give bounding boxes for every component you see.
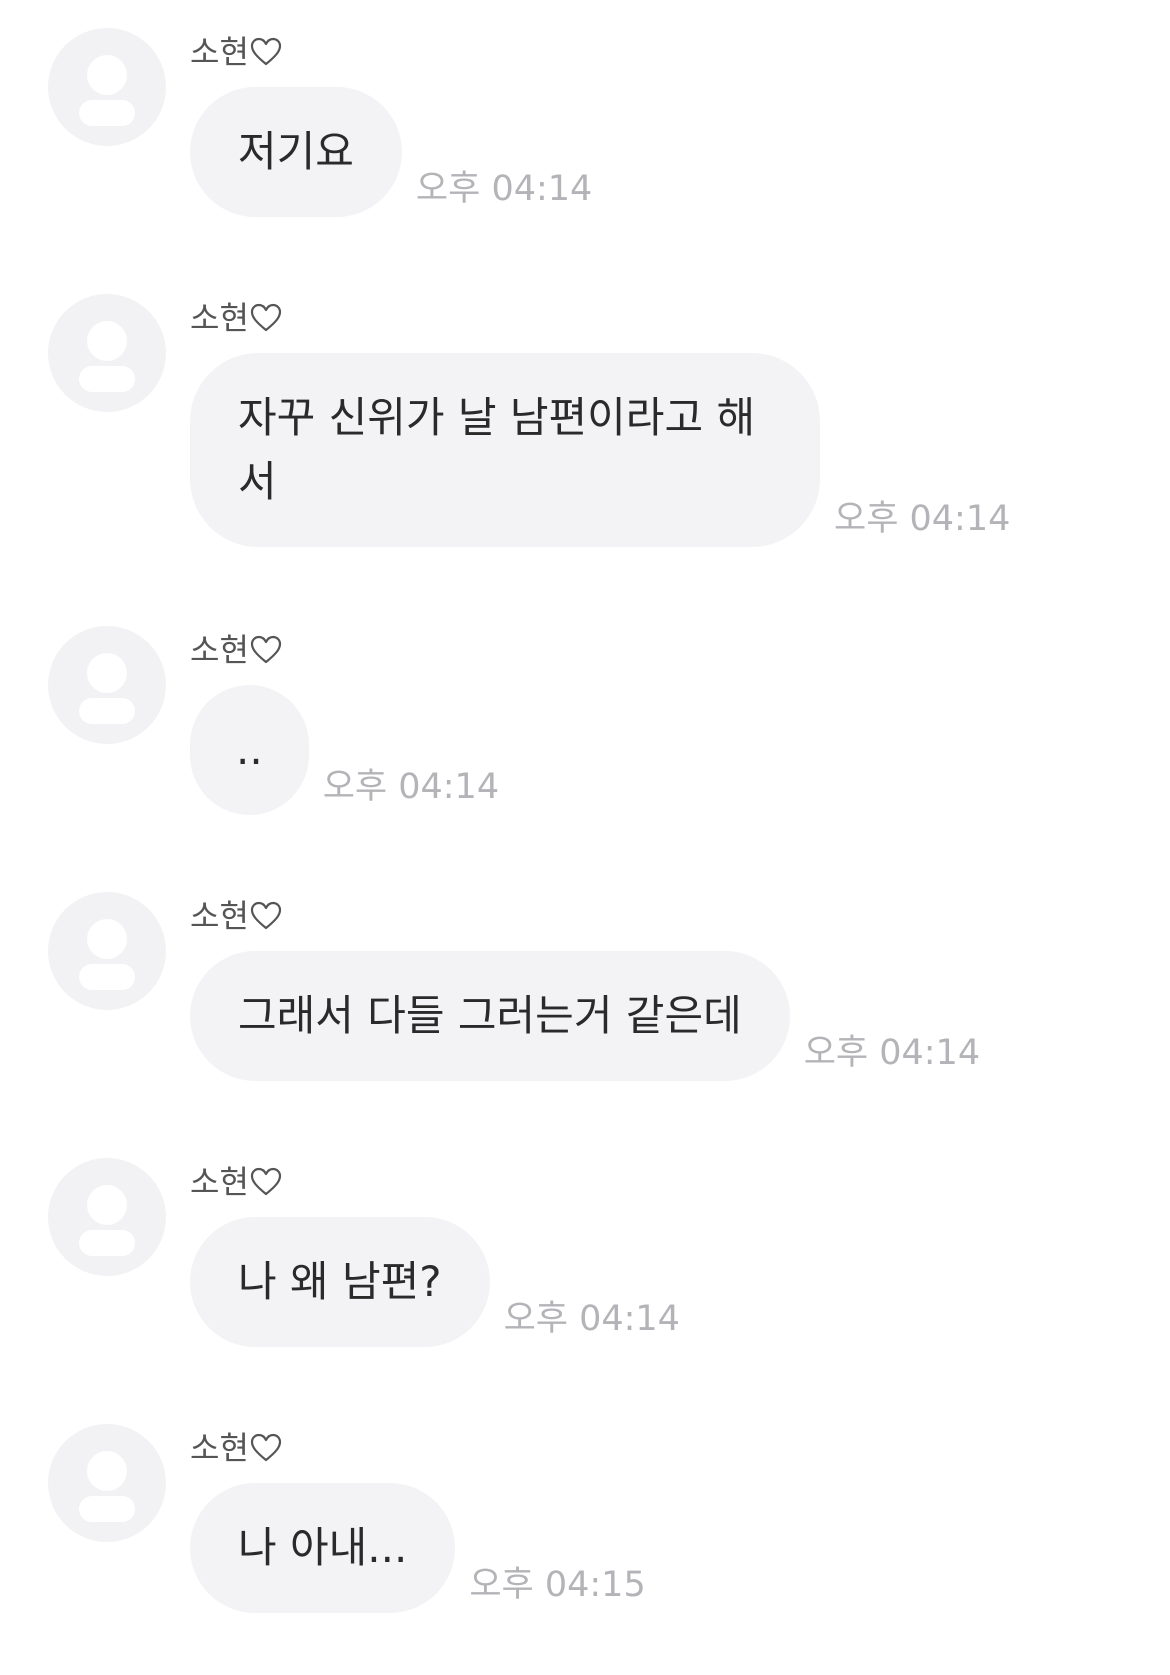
- message-time: 오후 04:14: [322, 767, 500, 807]
- heart-outline-icon: [250, 1167, 281, 1196]
- default-profile-icon: [79, 1451, 135, 1522]
- message-bubble[interactable]: 저기요: [190, 87, 402, 217]
- default-profile-icon: [79, 55, 135, 126]
- message-bubble[interactable]: 자꾸 신위가 날 남편이라고 해서: [190, 353, 820, 547]
- avatar[interactable]: [48, 892, 166, 1010]
- chat-message-list[interactable]: 소현 저기요 오후 04:14 소현 자꾸 신위가 날 남편이라고 해서 오후 …: [0, 0, 1170, 1675]
- message-row: 저기요 오후 04:14: [190, 87, 592, 217]
- avatar[interactable]: [48, 626, 166, 744]
- default-profile-icon: [79, 321, 135, 392]
- default-profile-icon: [79, 1185, 135, 1256]
- sender-name-text: 소현: [190, 33, 249, 71]
- message-bubble[interactable]: ..: [190, 685, 309, 815]
- avatar[interactable]: [48, 28, 166, 146]
- avatar[interactable]: [48, 1158, 166, 1276]
- sender-name[interactable]: 소현: [190, 894, 282, 938]
- message-row: 나 왜 남편? 오후 04:14: [190, 1217, 680, 1347]
- message-bubble[interactable]: 그래서 다들 그러는거 같은데: [190, 951, 790, 1081]
- heart-outline-icon: [250, 1433, 281, 1462]
- message-row: .. 오후 04:14: [190, 685, 499, 815]
- avatar[interactable]: [48, 294, 166, 412]
- sender-name-text: 소현: [190, 1429, 249, 1467]
- sender-name[interactable]: 소현: [190, 1160, 282, 1204]
- message-time: 오후 04:14: [834, 499, 1011, 539]
- heart-outline-icon: [250, 37, 281, 66]
- sender-name[interactable]: 소현: [190, 1426, 282, 1470]
- sender-name-text: 소현: [190, 1163, 249, 1201]
- sender-name-text: 소현: [190, 897, 249, 935]
- sender-name-text: 소현: [190, 299, 249, 337]
- message-row: 나 아내... 오후 04:15: [190, 1483, 646, 1613]
- message-row: 그래서 다들 그러는거 같은데 오후 04:14: [190, 951, 980, 1081]
- default-profile-icon: [79, 919, 135, 990]
- message-time: 오후 04:14: [503, 1299, 680, 1339]
- message-bubble[interactable]: 나 아내...: [190, 1483, 456, 1613]
- message-row: 자꾸 신위가 날 남편이라고 해서 오후 04:14: [190, 353, 1010, 547]
- heart-outline-icon: [250, 303, 281, 332]
- message-time: 오후 04:14: [415, 169, 593, 209]
- default-profile-icon: [79, 653, 135, 724]
- heart-outline-icon: [250, 635, 281, 664]
- sender-name[interactable]: 소현: [190, 30, 282, 74]
- sender-name-text: 소현: [190, 631, 249, 669]
- message-bubble[interactable]: 나 왜 남편?: [190, 1217, 490, 1347]
- message-time: 오후 04:14: [803, 1033, 981, 1073]
- heart-outline-icon: [250, 901, 281, 930]
- avatar[interactable]: [48, 1424, 166, 1542]
- message-time: 오후 04:15: [469, 1565, 646, 1605]
- sender-name[interactable]: 소현: [190, 296, 282, 340]
- sender-name[interactable]: 소현: [190, 628, 282, 672]
